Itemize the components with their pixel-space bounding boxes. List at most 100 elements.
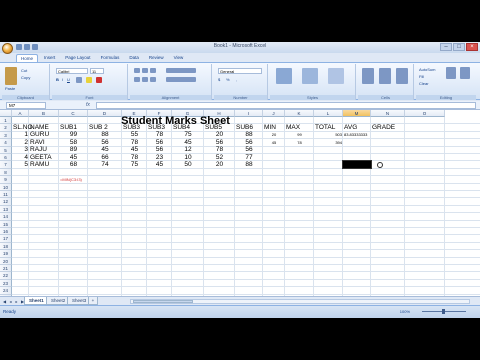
row-header-5[interactable]: 5: [0, 146, 12, 154]
max-value: [286, 155, 313, 161]
row-header-16[interactable]: 16: [0, 228, 12, 236]
tab-review[interactable]: Review: [145, 54, 168, 62]
font-name-select[interactable]: Calibri: [56, 68, 88, 74]
column-header-j[interactable]: J: [263, 110, 285, 117]
tab-view[interactable]: View: [170, 54, 188, 62]
mark-value: 45: [101, 146, 109, 154]
clear-button[interactable]: Clear: [419, 81, 429, 86]
row-header-18[interactable]: 18: [0, 242, 12, 251]
zoom-knob[interactable]: [442, 309, 445, 314]
delete-cells-icon[interactable]: [379, 68, 391, 84]
grid-hline: [12, 271, 480, 273]
row-header-14[interactable]: 14: [0, 213, 12, 221]
merge-center-button[interactable]: [166, 77, 196, 82]
row-header-19[interactable]: 19: [0, 250, 12, 258]
number-format-select[interactable]: General: [218, 68, 262, 74]
row-header-13[interactable]: 13: [0, 205, 12, 214]
insert-sheet-icon[interactable]: +: [88, 297, 98, 305]
autosum-button[interactable]: AutoSum: [419, 67, 435, 72]
underline-button[interactable]: U: [67, 77, 70, 82]
mark-value: 75: [130, 160, 139, 168]
find-select-icon[interactable]: [460, 67, 470, 79]
copy-button[interactable]: Copy: [21, 75, 30, 80]
worksheet-grid[interactable]: A B C D E F G H I J K L M N O 1 2 3 4 5 6 7 8 9 10 11 12 13 14 15 16 17…: [0, 110, 480, 318]
row-header-17[interactable]: 17: [0, 235, 12, 243]
format-cells-icon[interactable]: [396, 68, 408, 84]
select-all-corner[interactable]: [0, 110, 12, 117]
insert-cells-icon[interactable]: [362, 68, 374, 84]
column-header-a[interactable]: A: [12, 110, 29, 117]
column-header-n[interactable]: N: [371, 110, 405, 117]
row-header-1[interactable]: 1: [0, 117, 12, 125]
row-header-12[interactable]: 12: [0, 198, 12, 206]
percent-button[interactable]: %: [226, 77, 230, 82]
wrap-text-button[interactable]: [166, 68, 196, 73]
format-as-table-icon[interactable]: [302, 68, 318, 84]
tab-insert[interactable]: Insert: [40, 54, 59, 62]
max-value: 78: [297, 139, 302, 145]
row-header-6[interactable]: 6: [0, 154, 12, 162]
tab-page-layout[interactable]: Page Layout: [61, 54, 94, 62]
currency-button[interactable]: $: [218, 77, 220, 82]
maximize-button[interactable]: □: [453, 43, 465, 51]
font-color-icon[interactable]: [96, 77, 102, 83]
align-left-icon[interactable]: [134, 77, 140, 82]
row-header-22[interactable]: 22: [0, 272, 12, 280]
row-header-21[interactable]: 21: [0, 265, 12, 273]
close-button[interactable]: ×: [466, 43, 478, 51]
next-sheet-icon[interactable]: ▸: [14, 299, 19, 304]
font-size-select[interactable]: 11: [90, 68, 104, 74]
selected-cell[interactable]: [342, 160, 372, 169]
name-box[interactable]: M7: [6, 102, 46, 109]
first-sheet-icon[interactable]: ◀: [2, 299, 7, 304]
student-name: RAJU: [30, 146, 47, 154]
horizontal-scrollbar[interactable]: [130, 299, 470, 304]
column-header-l[interactable]: L: [314, 110, 343, 117]
tab-home[interactable]: Home: [16, 54, 39, 62]
fx-icon[interactable]: fx: [86, 102, 90, 108]
row-header-20[interactable]: 20: [0, 257, 12, 265]
comma-button[interactable]: ,: [236, 77, 237, 82]
align-middle-icon[interactable]: [142, 68, 148, 73]
scroll-thumb[interactable]: [133, 300, 193, 303]
fill-color-icon[interactable]: [86, 77, 92, 83]
paste-icon[interactable]: [5, 67, 17, 85]
grid-vline: [121, 117, 122, 318]
fill-button[interactable]: Fill: [419, 74, 424, 79]
sort-filter-icon[interactable]: [446, 67, 456, 79]
conditional-formatting-icon[interactable]: [276, 68, 292, 84]
bold-button[interactable]: B: [56, 77, 59, 82]
row-header-24[interactable]: 24: [0, 287, 12, 295]
prev-sheet-icon[interactable]: ◂: [8, 299, 13, 304]
cut-button[interactable]: Cut: [21, 68, 27, 73]
row-header-4[interactable]: 4: [0, 139, 12, 147]
row-header-7[interactable]: 7: [0, 161, 12, 169]
align-top-icon[interactable]: [134, 68, 140, 73]
formula-input[interactable]: [96, 102, 476, 109]
cell-styles-icon[interactable]: [328, 68, 344, 84]
row-header-15[interactable]: 15: [0, 220, 12, 228]
align-center-icon[interactable]: [142, 77, 148, 82]
mark-value: 88: [245, 131, 253, 139]
row-header-23[interactable]: 23: [0, 279, 12, 288]
column-header-o[interactable]: O: [405, 110, 445, 117]
italic-button[interactable]: I: [62, 77, 63, 82]
row-header-8[interactable]: 8: [0, 168, 12, 177]
tab-data[interactable]: Data: [125, 54, 143, 62]
grid-vline: [284, 117, 285, 318]
row-header-11[interactable]: 11: [0, 191, 12, 199]
column-header-k[interactable]: K: [285, 110, 314, 117]
row-header-3[interactable]: 3: [0, 131, 12, 140]
minimize-button[interactable]: –: [440, 43, 452, 51]
borders-icon[interactable]: [76, 77, 82, 83]
row-header-10[interactable]: 10: [0, 183, 12, 191]
zoom-slider[interactable]: [414, 309, 474, 314]
row-header-2[interactable]: 2: [0, 124, 12, 132]
column-header-b[interactable]: B: [29, 110, 59, 117]
column-header-c[interactable]: C: [59, 110, 88, 117]
column-header-m[interactable]: M: [343, 110, 371, 117]
align-bottom-icon[interactable]: [150, 68, 156, 73]
row-header-9[interactable]: 9: [0, 176, 12, 184]
align-right-icon[interactable]: [150, 77, 156, 82]
tab-formulas[interactable]: Formulas: [97, 54, 124, 62]
